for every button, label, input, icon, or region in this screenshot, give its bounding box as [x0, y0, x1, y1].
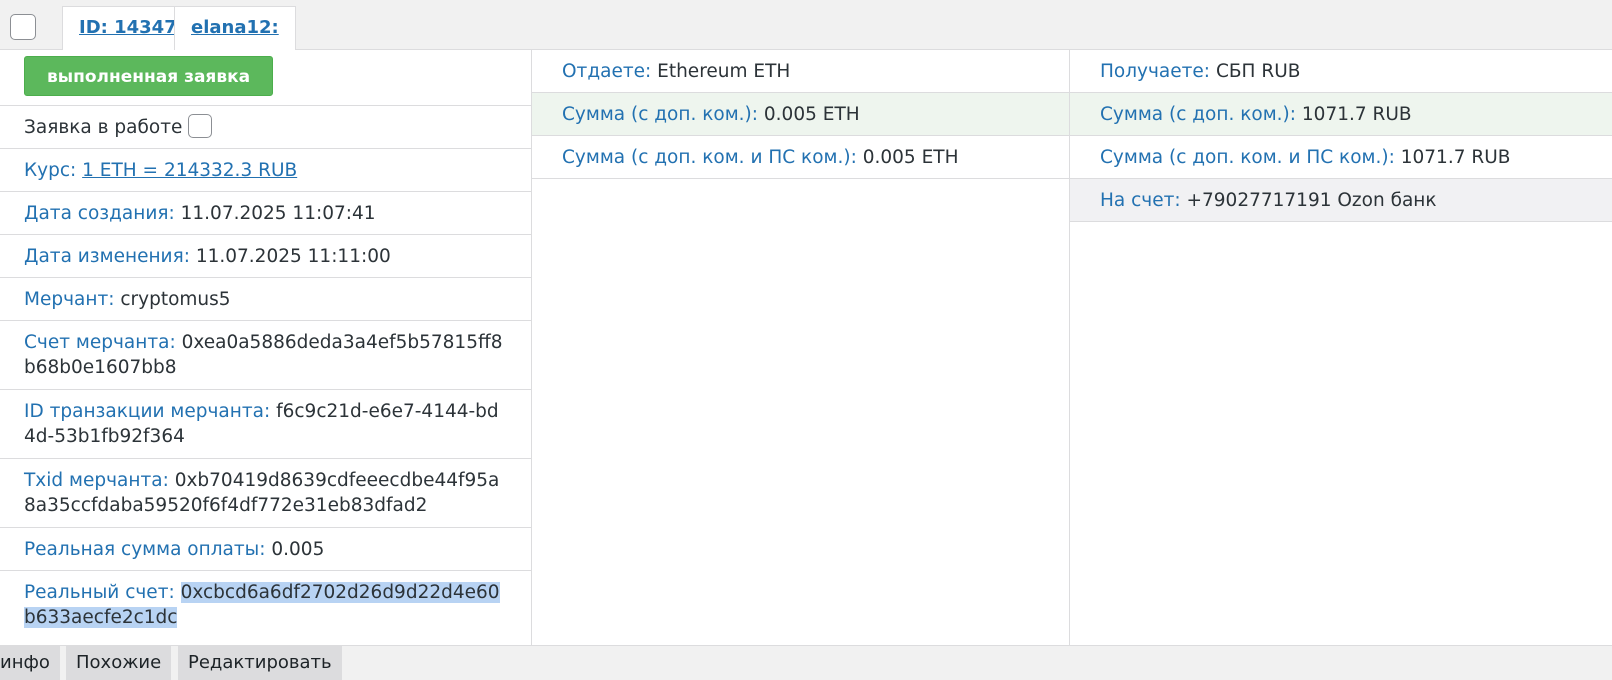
give-sum-ps-row: Сумма (с доп. ком. и ПС ком.): 0.005 ETH — [532, 136, 1069, 179]
user-tab: elana12: — [174, 6, 296, 50]
select-order-checkbox[interactable] — [10, 14, 36, 40]
give-sum-ps-label: Сумма (с доп. ком. и ПС ком.): — [562, 147, 857, 168]
in-work-row: Заявка в работе — [0, 106, 531, 149]
give-label: Отдаете: — [562, 61, 652, 82]
merchant-tx-label: ID транзакции мерчанта: — [24, 401, 271, 422]
get-label: Получаете: — [1100, 61, 1211, 82]
created-row: Дата создания: 11.07.2025 11:07:41 — [0, 192, 531, 235]
get-value: СБП RUB — [1215, 61, 1301, 82]
order-id-link[interactable]: ID: 14347 — [79, 17, 177, 38]
rate-label: Курс: — [24, 160, 77, 181]
merchant-account-label: Счет мерчанта: — [24, 332, 176, 353]
give-value: Ethereum ETH — [657, 61, 791, 82]
modified-row: Дата изменения: 11.07.2025 11:11:00 — [0, 235, 531, 278]
get-sum-value: 1071.7 RUB — [1301, 104, 1412, 125]
real-amount-row: Реальная сумма оплаты: 0.005 — [0, 528, 531, 571]
in-work-checkbox[interactable] — [188, 114, 213, 138]
give-sum-label: Сумма (с доп. ком.): — [562, 104, 759, 125]
in-work-label: Заявка в работе — [24, 117, 183, 138]
order-header-bar: ID: 14347 elana12: — [0, 0, 1612, 50]
get-sum-label: Сумма (с доп. ком.): — [1100, 104, 1297, 125]
rate-link[interactable]: 1 ETH = 214332.3 RUB — [82, 160, 297, 181]
real-account-row: Реальный счет: 0xcbcd6a6df2702d26d9d22d4… — [0, 571, 531, 640]
give-sum-row: Сумма (с доп. ком.): 0.005 ETH — [532, 93, 1069, 136]
modified-label: Дата изменения: — [24, 246, 190, 267]
status-row: выполненная заявка — [0, 50, 531, 106]
give-column: Отдаете: Ethereum ETH Сумма (с доп. ком.… — [532, 50, 1070, 646]
real-account-label: Реальный счет: — [24, 582, 175, 603]
real-amount-label: Реальная сумма оплаты: — [24, 539, 266, 560]
get-sum-row: Сумма (с доп. ком.): 1071.7 RUB — [1070, 93, 1612, 136]
modified-value: 11.07.2025 11:11:00 — [195, 246, 391, 267]
get-account-row: На счет: +79027717191 Ozon банк — [1070, 179, 1612, 222]
merchant-value: cryptomus5 — [120, 289, 231, 310]
created-value: 11.07.2025 11:07:41 — [180, 203, 376, 224]
merchant-tx-row: ID транзакции мерчанта: f6c9c21d-e6e7-41… — [0, 390, 531, 459]
get-sum-ps-row: Сумма (с доп. ком. и ПС ком.): 1071.7 RU… — [1070, 136, 1612, 179]
merchant-label: Мерчант: — [24, 289, 115, 310]
get-account-value: +79027717191 Ozon банк — [1186, 190, 1437, 211]
get-sum-ps-value: 1071.7 RUB — [1400, 147, 1511, 168]
order-actions-bar: инфо Похожие Редактировать — [0, 646, 1612, 680]
give-sum-ps-value: 0.005 ETH — [862, 147, 959, 168]
tab-edit[interactable]: Редактировать — [178, 646, 342, 680]
get-column: Получаете: СБП RUB Сумма (с доп. ком.): … — [1070, 50, 1612, 646]
created-label: Дата создания: — [24, 203, 175, 224]
give-sum-value: 0.005 ETH — [763, 104, 860, 125]
merchant-account-row: Счет мерчанта: 0xea0a5886deda3a4ef5b5781… — [0, 321, 531, 390]
merchant-txid-label: Txid мерчанта: — [24, 470, 169, 491]
merchant-row: Мерчант: cryptomus5 — [0, 278, 531, 321]
order-details-panel: выполненная заявка Заявка в работе Курс:… — [0, 50, 1612, 646]
get-row: Получаете: СБП RUB — [1070, 50, 1612, 93]
get-sum-ps-label: Сумма (с доп. ком. и ПС ком.): — [1100, 147, 1395, 168]
get-account-label: На счет: — [1100, 190, 1181, 211]
user-link[interactable]: elana12: — [191, 17, 279, 38]
order-info-column: выполненная заявка Заявка в работе Курс:… — [0, 50, 532, 646]
tab-info[interactable]: инфо — [0, 646, 60, 680]
rate-row: Курс: 1 ETH = 214332.3 RUB — [0, 149, 531, 192]
completed-status-button[interactable]: выполненная заявка — [24, 56, 274, 96]
real-amount-value: 0.005 — [271, 539, 325, 560]
tab-similar[interactable]: Похожие — [66, 646, 172, 680]
merchant-txid-row: Txid мерчанта: 0xb70419d8639cdfeeecdbe44… — [0, 459, 531, 528]
give-row: Отдаете: Ethereum ETH — [532, 50, 1069, 93]
